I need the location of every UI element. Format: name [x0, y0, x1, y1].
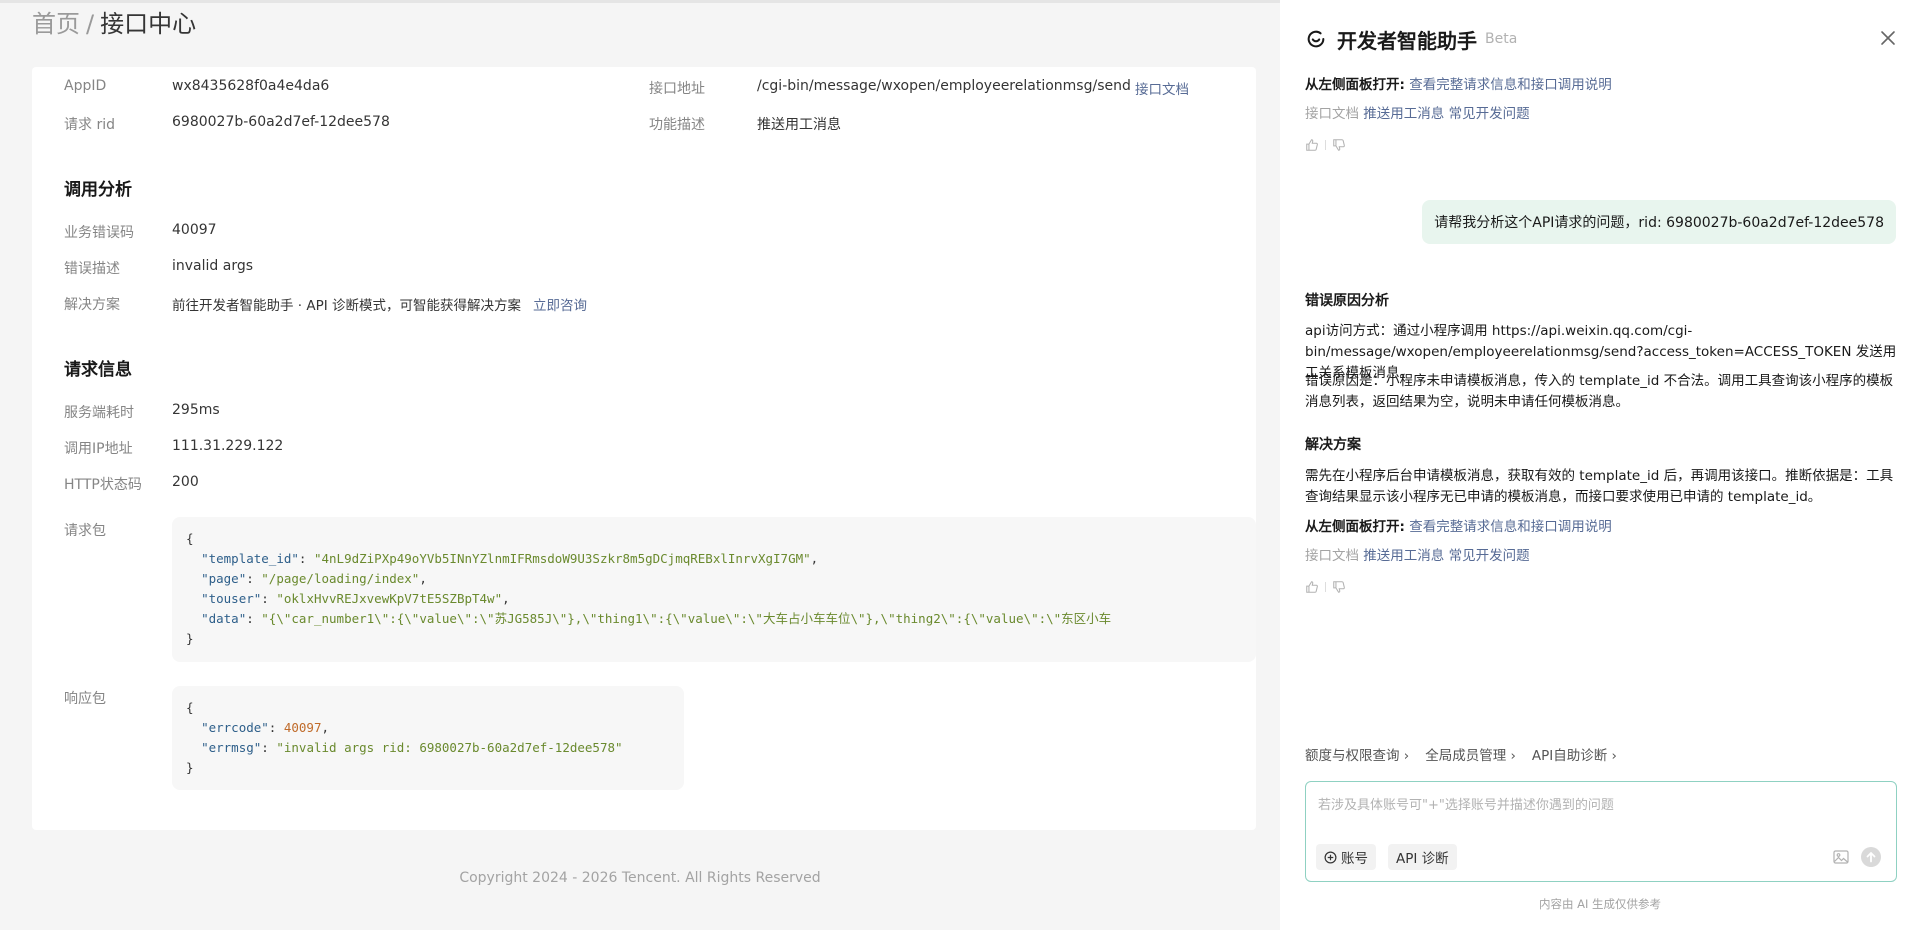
solution-text: 前往开发者智能助手 · API 诊断模式，可智能获得解决方案 [172, 298, 522, 314]
code-value: "{\"car_number1\":{\"value\":\"苏JG585J\"… [261, 611, 1112, 626]
assistant-header: 开发者智能助手 Beta [1305, 24, 1517, 54]
account-chip-label: 账号 [1341, 851, 1368, 867]
feedback-divider [1325, 140, 1326, 150]
code-key: "page" [201, 571, 247, 586]
analysis-title: 调用分析 [64, 180, 132, 200]
solution-title: 解决方案 [1305, 437, 1361, 453]
top-divider [0, 0, 1280, 3]
rid-value: 6980027b-60a2d7ef-12dee578 [172, 114, 390, 130]
api-doc-link[interactable]: 接口文档 [1135, 78, 1189, 98]
ip-value: 111.31.229.122 [172, 438, 284, 454]
request-body-code: { "template_id": "4nL9dZiPXp49oYVb5INnYZ… [172, 517, 1256, 662]
open-full-info-link[interactable]: 查看完整请求信息和接口调用说明 [1409, 77, 1612, 93]
copyright-footer: Copyright 2024 - 2026 Tencent. All Right… [459, 870, 821, 886]
open-from-left-line: 从左侧面板打开: 查看完整请求信息和接口调用说明 [1305, 75, 1612, 95]
plus-circle-icon [1324, 851, 1337, 863]
doc-links-line-2: 接口文档 推送用工消息 常见开发问题 [1305, 546, 1530, 566]
doc-links-line: 接口文档 推送用工消息 常见开发问题 [1305, 104, 1530, 124]
code-key: "errcode" [201, 720, 269, 735]
thumbs-down-icon[interactable] [1332, 580, 1346, 594]
code-key: "data" [201, 611, 247, 626]
open-from-left-line-2: 从左侧面板打开: 查看完整请求信息和接口调用说明 [1305, 517, 1612, 537]
api-address-value: /cgi-bin/message/wxopen/employeerelation… [757, 78, 1131, 94]
http-label: HTTP状态码 [64, 477, 142, 493]
request-title: 请求信息 [64, 360, 132, 380]
assistant-panel: 开发者智能助手 Beta 从左侧面板打开: 查看完整请求信息和接口调用说明 接口… [1280, 0, 1920, 930]
appid-value: wx8435628f0a4e4da6 [172, 78, 330, 94]
ai-disclaimer: 内容由 AI 生成仅供参考 [1538, 897, 1662, 911]
feedback-row-2 [1305, 580, 1346, 594]
function-label: 功能描述 [649, 117, 705, 133]
thumbs-up-icon[interactable] [1305, 580, 1319, 594]
code-value: "invalid args rid: 6980027b-60a2d7ef-12d… [276, 740, 623, 755]
code-value: "/page/loading/index" [261, 571, 420, 586]
doc-link-push[interactable]: 推送用工消息 [1363, 548, 1444, 564]
code-value: "4nL9dZiPXp49oYVb5INnYZlnmIFRmsdoW9U3Szk… [313, 551, 811, 566]
response-body-label: 响应包 [64, 691, 106, 707]
solution-paragraph: 需先在小程序后台申请模板消息，获取有效的 template_id 后，再调用该接… [1305, 468, 1894, 505]
quick-actions: 额度与权限查询 全局成员管理 API自助诊断 [1305, 744, 1617, 764]
rid-label: 请求 rid [64, 117, 115, 133]
response-body-code: { "errcode": 40097, "errmsg": "invalid a… [172, 686, 684, 790]
errcode-value: 40097 [172, 222, 217, 238]
doc-link-faq[interactable]: 常见开发问题 [1449, 106, 1530, 122]
open-label: 从左侧面板打开: [1305, 519, 1405, 535]
ip-label: 调用IP地址 [64, 441, 133, 457]
function-value: 推送用工消息 [757, 117, 841, 133]
breadcrumb: 首页 / 接口中心 [32, 9, 196, 39]
feedback-divider [1325, 582, 1326, 592]
solution-label: 解决方案 [64, 297, 120, 313]
doc-link-faq[interactable]: 常见开发问题 [1449, 548, 1530, 564]
thumbs-down-icon[interactable] [1332, 138, 1346, 152]
image-upload-icon[interactable] [1832, 848, 1850, 866]
thumbs-up-icon[interactable] [1305, 138, 1319, 152]
solution-value: 前往开发者智能助手 · API 诊断模式，可智能获得解决方案 立即咨询 [172, 294, 587, 314]
feedback-row [1305, 138, 1346, 152]
open-full-info-link[interactable]: 查看完整请求信息和接口调用说明 [1409, 519, 1612, 535]
detail-card: AppID wx8435628f0a4e4da6 接口地址 /cgi-bin/m… [32, 67, 1256, 830]
chat-input-box: 账号 API 诊断 [1305, 781, 1897, 882]
quick-action-quota[interactable]: 额度与权限查询 [1305, 744, 1409, 764]
user-message-bubble: 请帮我分析这个API请求的问题，rid: 6980027b-60a2d7ef-1… [1422, 200, 1896, 244]
doc-label: 接口文档 [1305, 548, 1359, 564]
open-label: 从左侧面板打开: [1305, 77, 1405, 93]
breadcrumb-home[interactable]: 首页 [32, 10, 80, 38]
account-chip[interactable]: 账号 [1316, 844, 1376, 870]
api-diagnosis-chip[interactable]: API 诊断 [1388, 844, 1457, 870]
code-key: "template_id" [201, 551, 299, 566]
request-body-label: 请求包 [64, 523, 106, 539]
code-number: 40097 [283, 720, 322, 735]
api-diagnosis-chip-label: API 诊断 [1396, 851, 1449, 867]
code-key: "touser" [201, 591, 262, 606]
errdesc-label: 错误描述 [64, 261, 120, 277]
code-key: "errmsg" [201, 740, 262, 755]
appid-label: AppID [64, 78, 107, 94]
cause-title: 错误原因分析 [1305, 293, 1389, 309]
errdesc-value: invalid args [172, 258, 254, 274]
close-icon[interactable] [1878, 28, 1898, 48]
cost-value: 295ms [172, 402, 220, 418]
consult-now-link[interactable]: 立即咨询 [533, 298, 587, 314]
assistant-icon [1307, 30, 1325, 48]
cause-paragraph-2: 错误原因是：小程序未申请模板消息，传入的 template_id 不合法。调用工… [1305, 373, 1894, 410]
code-value: "oklxHvvREJxvewKpV7tE5SZBpT4w" [276, 591, 503, 606]
beta-badge: Beta [1485, 31, 1518, 47]
breadcrumb-current: 接口中心 [100, 10, 197, 38]
send-icon[interactable] [1860, 846, 1882, 868]
cost-label: 服务端耗时 [64, 405, 134, 421]
http-value: 200 [172, 474, 199, 490]
doc-link-push[interactable]: 推送用工消息 [1363, 106, 1444, 122]
doc-label: 接口文档 [1305, 106, 1359, 122]
api-address-label: 接口地址 [649, 81, 705, 97]
breadcrumb-separator: / [86, 10, 95, 38]
quick-action-members[interactable]: 全局成员管理 [1425, 744, 1516, 764]
quick-action-api-diagnosis[interactable]: API自助诊断 [1532, 744, 1617, 764]
assistant-title: 开发者智能助手 [1337, 28, 1477, 53]
errcode-label: 业务错误码 [64, 225, 134, 241]
chat-input[interactable] [1318, 794, 1878, 820]
